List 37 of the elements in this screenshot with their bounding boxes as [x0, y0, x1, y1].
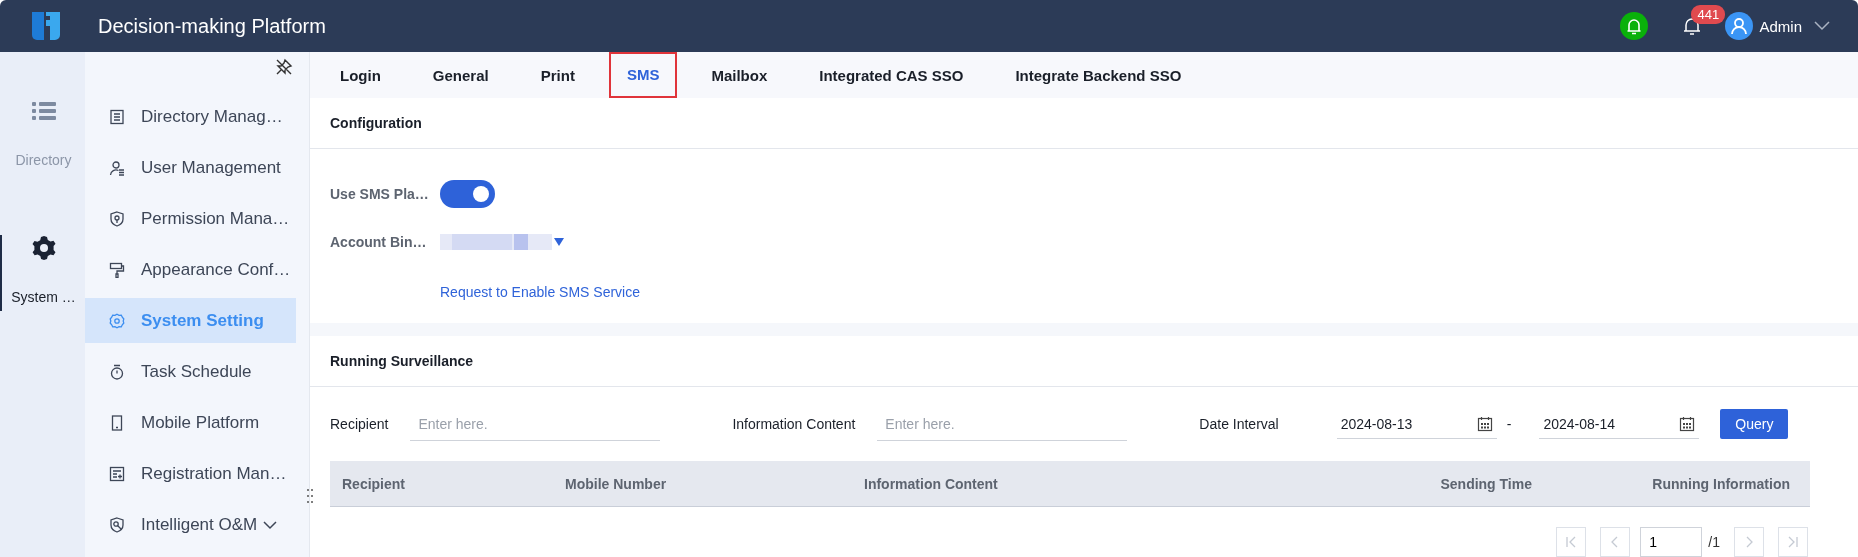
- app-title: Decision-making Platform: [98, 14, 327, 38]
- menu-item[interactable]: Registration Man…: [85, 451, 296, 496]
- enable-sms-link[interactable]: Request to Enable SMS Service: [440, 284, 640, 301]
- tab[interactable]: Mailbox: [693, 52, 786, 99]
- query-button[interactable]: Query: [1720, 409, 1789, 439]
- date-field[interactable]: 2024-08-13: [1336, 409, 1497, 439]
- tab[interactable]: Login: [322, 52, 399, 99]
- tab[interactable]: Print: [522, 52, 593, 99]
- menu-item[interactable]: Task Schedule: [85, 349, 296, 394]
- filter-label: Information Content: [732, 416, 856, 432]
- date-field[interactable]: 2024-08-14: [1539, 409, 1700, 439]
- tab[interactable]: Integrate Backend SSO: [997, 52, 1200, 99]
- page-input[interactable]: 1: [1640, 527, 1703, 557]
- menu-item[interactable]: Intelligent O&M: [85, 502, 296, 547]
- column-header: Information Content: [863, 475, 999, 492]
- field-label: Account Bin…: [330, 234, 428, 251]
- tab[interactable]: General: [414, 52, 507, 99]
- column-header: Mobile Number: [564, 475, 668, 492]
- section-title: Configuration: [310, 98, 1858, 150]
- notification-badge: 441: [1691, 5, 1726, 24]
- menu-item[interactable]: Appearance Conf…: [85, 247, 296, 292]
- range-separator: -: [1506, 416, 1512, 432]
- tab[interactable]: SMS: [608, 52, 678, 99]
- menu-item[interactable]: Permission Mana…: [85, 196, 296, 241]
- menu-item[interactable]: Mobile Platform: [85, 400, 296, 445]
- filter-label: Date Interval: [1199, 416, 1279, 432]
- field-label: Use SMS Pla…: [330, 186, 430, 203]
- user-name[interactable]: Admin: [1759, 17, 1802, 35]
- filter-label: Recipient: [330, 416, 389, 432]
- column-header: Running Information: [1651, 475, 1791, 492]
- menu-item[interactable]: Directory Manag…: [85, 94, 296, 139]
- tab[interactable]: Integrated CAS SSO: [801, 52, 982, 99]
- menu-item[interactable]: User Management: [85, 145, 296, 190]
- section-title: Running Surveillance: [310, 336, 1858, 387]
- column-header: Recipient: [341, 475, 406, 492]
- page-total: /1: [1708, 534, 1720, 550]
- column-header: Sending Time: [1439, 475, 1533, 492]
